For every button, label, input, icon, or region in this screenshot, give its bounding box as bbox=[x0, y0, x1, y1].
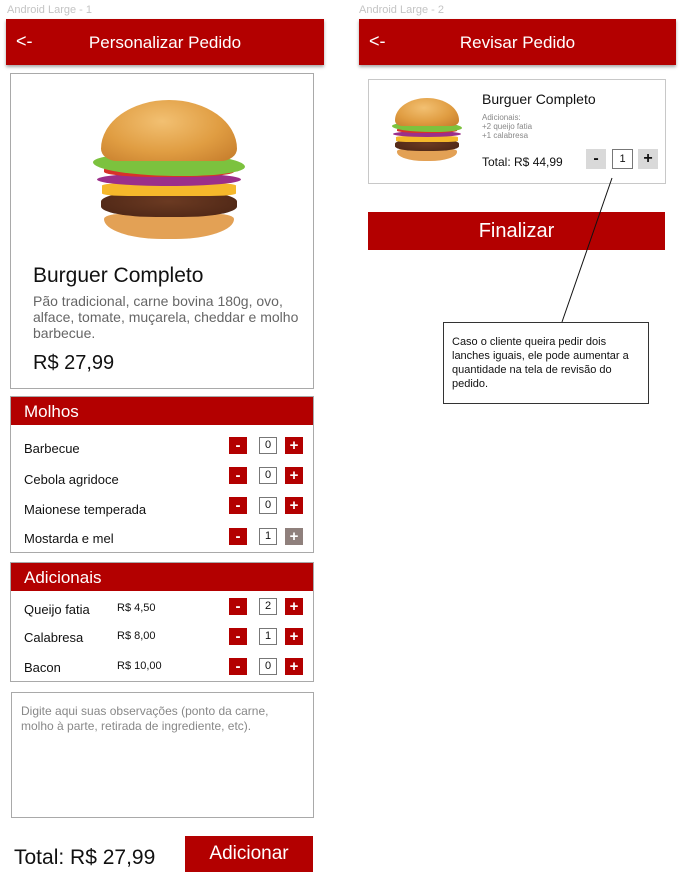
annotation-connector bbox=[561, 177, 613, 323]
annotation-note: Caso o cliente queira pedir dois lanches… bbox=[443, 322, 649, 404]
